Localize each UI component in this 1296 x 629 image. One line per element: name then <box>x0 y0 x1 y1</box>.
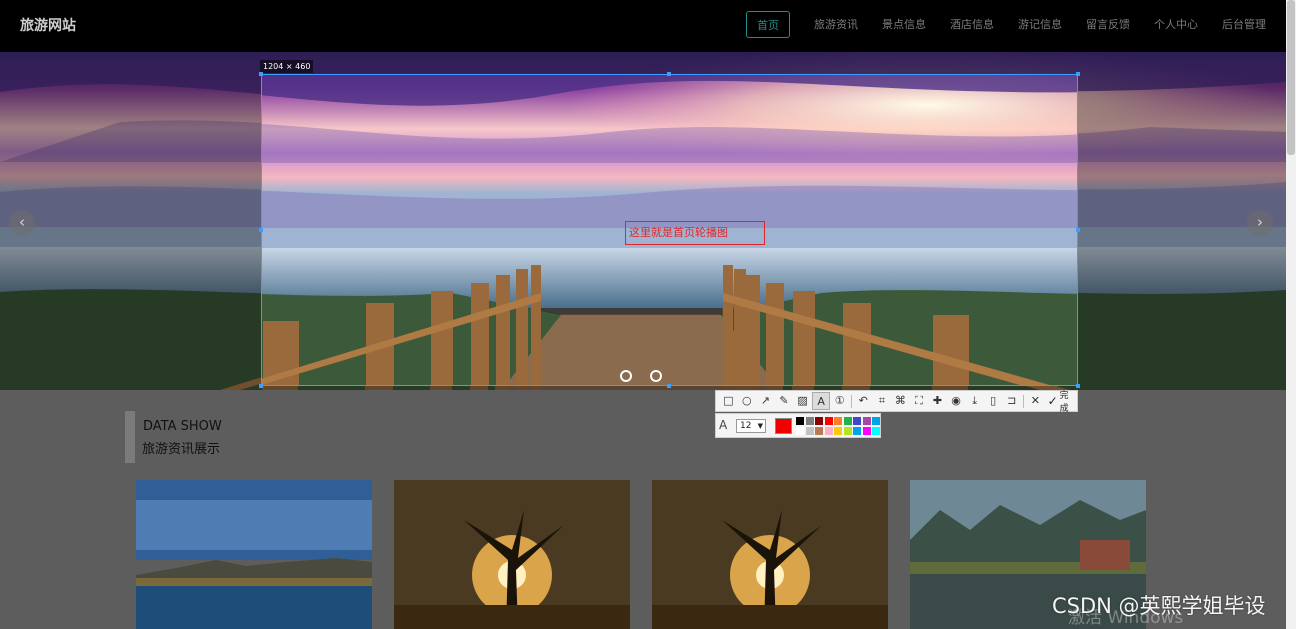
section-title-en: DATA SHOW <box>143 419 222 434</box>
nav-item-hotels[interactable]: 酒店信息 <box>950 11 994 38</box>
csdn-watermark: CSDN @英熙学姐毕设 <box>1052 594 1266 618</box>
news-thumbnail[interactable] <box>136 480 372 629</box>
site-brand[interactable]: 旅游网站 <box>20 15 76 35</box>
nav-item-admin[interactable]: 后台管理 <box>1222 11 1266 38</box>
carousel-dot[interactable] <box>620 370 632 382</box>
page-scrollbar[interactable] <box>1286 0 1296 629</box>
selection-handle-s[interactable] <box>667 384 671 388</box>
carousel-dot[interactable] <box>650 370 662 382</box>
chevron-left-icon[interactable]: ‹ <box>9 210 35 236</box>
news-thumbnail[interactable] <box>394 480 630 629</box>
selection-handle-ne[interactable] <box>1076 72 1080 76</box>
nav-item-feedback[interactable]: 留言反馈 <box>1086 11 1130 38</box>
top-navbar: 旅游网站 首页 旅游资讯 景点信息 酒店信息 游记信息 留言反馈 个人中心 后台… <box>0 0 1286 52</box>
nav-item-home[interactable]: 首页 <box>746 11 790 38</box>
news-thumbnail[interactable] <box>652 480 888 629</box>
nav-item-travel-notes[interactable]: 游记信息 <box>1018 11 1062 38</box>
selection-size-label: 1204 × 460 <box>260 60 314 73</box>
selection-handle-e[interactable] <box>1076 228 1080 232</box>
section-accent-bar <box>125 411 135 463</box>
selection-handle-sw[interactable] <box>259 384 263 388</box>
chevron-right-icon[interactable]: › <box>1247 210 1273 236</box>
annotation-text-box[interactable]: 这里就是首页轮播图 <box>625 221 765 245</box>
scrollbar-thumb[interactable] <box>1287 0 1295 155</box>
section-title-cn: 旅游资讯展示 <box>142 442 221 457</box>
selection-handle-n[interactable] <box>667 72 671 76</box>
nav-item-profile[interactable]: 个人中心 <box>1154 11 1198 38</box>
nav-item-attractions[interactable]: 景点信息 <box>882 11 926 38</box>
selection-handle-nw[interactable] <box>259 72 263 76</box>
main-nav: 首页 旅游资讯 景点信息 酒店信息 游记信息 留言反馈 个人中心 后台管理 <box>746 11 1266 38</box>
nav-item-travel-news[interactable]: 旅游资讯 <box>814 11 858 38</box>
selection-handle-w[interactable] <box>259 228 263 232</box>
